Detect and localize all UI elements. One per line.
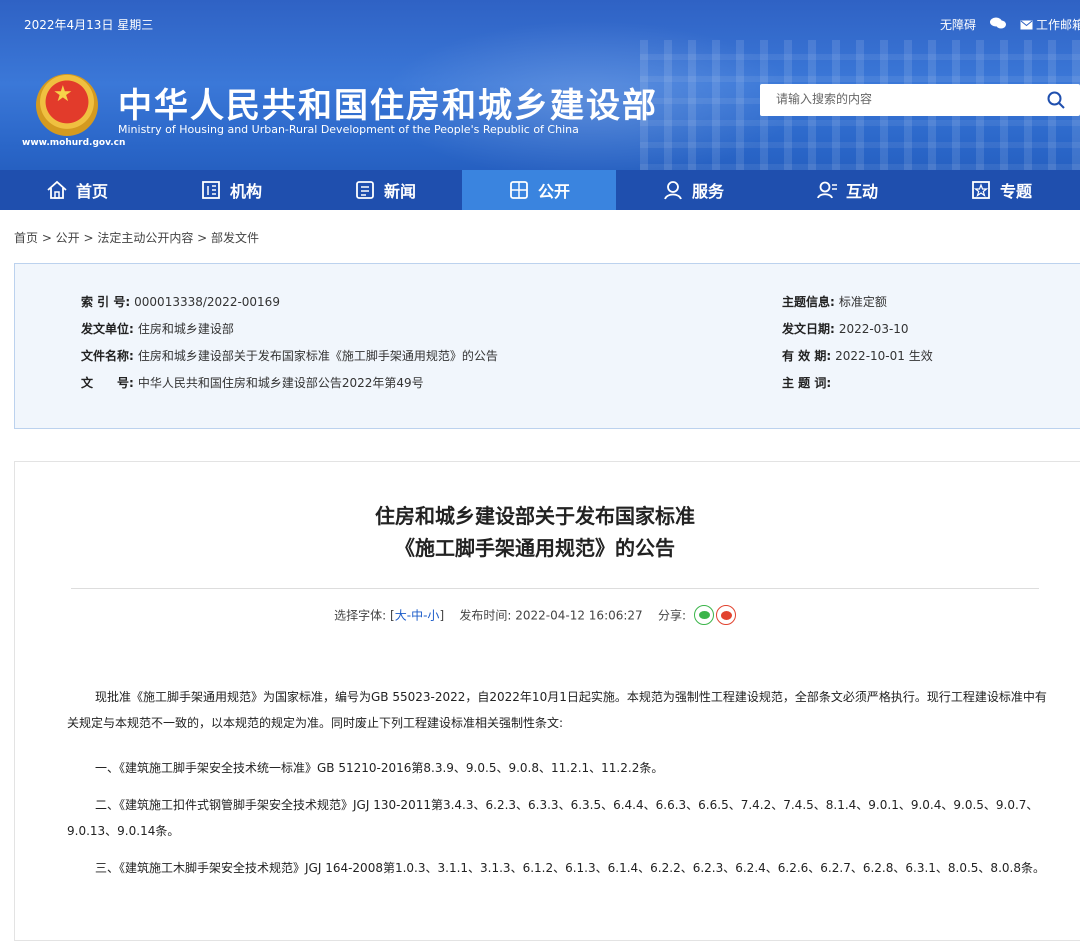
site-header: 2022年4月13日 星期三 无障碍 工作邮箱 www.mohurd.gov.c… <box>0 0 1080 210</box>
meta-filename-value: 住房和城乡建设部关于发布国家标准《施工脚手架通用规范》的公告 <box>137 349 498 363</box>
top-bar-links: 无障碍 工作邮箱 <box>940 16 1080 33</box>
meta-valid-value: 2022-10-01 生效 <box>835 349 933 363</box>
current-date: 2022年4月13日 星期三 <box>24 18 154 32</box>
service-icon <box>664 181 682 200</box>
top-bar: 2022年4月13日 星期三 无障碍 工作邮箱 <box>0 0 1080 46</box>
meta-docno: 文 号: 中华人民共和国住房和城乡建设部公告2022年第49号 <box>81 374 424 391</box>
home-icon <box>47 180 67 199</box>
national-emblem-logo[interactable] <box>36 74 98 136</box>
main-nav: 首页 机构 新闻 公开 服务 互动 专题 <box>0 170 1080 210</box>
search-box <box>760 84 1080 116</box>
nav-item-label: 服务 <box>691 182 724 201</box>
meta-valid-label: 有 效 期: <box>782 349 832 363</box>
meta-date-label: 发文日期: <box>782 322 835 336</box>
news-icon <box>356 181 374 199</box>
org-icon <box>202 181 220 199</box>
meta-valid: 有 效 期: 2022-10-01 生效 <box>782 347 933 364</box>
article-paragraph: 三、《建筑施工木脚手架安全技术规范》JGJ 164-2008第1.0.3、3.1… <box>95 861 1045 875</box>
article-title-line1: 住房和城乡建设部关于发布国家标准 <box>375 504 695 528</box>
nav-item-news[interactable]: 新闻 <box>308 170 462 210</box>
share-label: 分享: <box>657 608 687 623</box>
meta-index-label: 索 引 号: <box>81 295 131 309</box>
nav-item-home[interactable]: 首页 <box>0 170 154 210</box>
nav-item-label: 首页 <box>75 182 108 201</box>
search-icon[interactable] <box>1046 90 1066 110</box>
wechat-icon[interactable] <box>989 17 1006 32</box>
nav-item-label: 公开 <box>537 182 570 201</box>
article-title: 住房和城乡建设部关于发布国家标准 《施工脚手架通用规范》的公告 <box>15 500 1055 564</box>
mail-icon <box>1020 20 1033 29</box>
font-size-medium-link[interactable]: 中 <box>411 609 423 623</box>
nav-item-interact[interactable]: 互动 <box>770 170 924 210</box>
nav-item-label: 专题 <box>999 182 1032 201</box>
meta-keywords-label: 主 题 词: <box>782 376 832 390</box>
mail-label: 工作邮箱 <box>1035 18 1080 32</box>
meta-subject-label: 主题信息: <box>782 295 835 309</box>
public-icon <box>510 181 528 199</box>
interact-icon <box>817 181 837 199</box>
weibo-share-icon[interactable] <box>715 605 736 625</box>
nav-item-public[interactable]: 公开 <box>462 170 616 210</box>
document-meta-panel: 索 引 号: 000013338/2022-00169 发文单位: 住房和城乡建设部… <box>14 263 1080 429</box>
nav-item-topic[interactable]: 专题 <box>924 170 1078 210</box>
breadcrumb[interactable]: 首页 > 公开 > 法定主动公开内容 > 部发文件 <box>14 229 259 246</box>
meta-issuer: 发文单位: 住房和城乡建设部 <box>81 320 234 337</box>
wechat-share-icon[interactable] <box>693 605 714 625</box>
search-input[interactable] <box>776 92 1026 106</box>
meta-date: 发文日期: 2022-03-10 <box>782 320 909 337</box>
meta-subject: 主题信息: 标准定额 <box>782 293 887 310</box>
meta-index: 索 引 号: 000013338/2022-00169 <box>81 293 280 310</box>
meta-issuer-value: 住房和城乡建设部 <box>137 322 234 336</box>
meta-date-value: 2022-03-10 <box>838 322 909 336</box>
meta-filename: 文件名称: 住房和城乡建设部关于发布国家标准《施工脚手架通用规范》的公告 <box>81 347 498 364</box>
font-size-end: ] <box>439 608 445 623</box>
article-info-bar: 选择字体: [大-中-小] 发布时间: 2022-04-12 16:06:27 … <box>15 605 1055 626</box>
title-divider <box>71 588 1039 589</box>
publish-time: 发布时间: 2022-04-12 16:06:27 <box>459 608 643 623</box>
site-url: www.mohurd.gov.cn <box>22 138 126 148</box>
meta-issuer-label: 发文单位: <box>81 322 134 336</box>
nav-item-label: 新闻 <box>383 182 416 201</box>
nav-item-label: 机构 <box>229 182 262 201</box>
article-paragraph: 二、《建筑施工扣件式钢管脚手架安全技术规范》JGJ 130-2011第3.4.3… <box>67 798 1039 838</box>
nav-item-service[interactable]: 服务 <box>616 170 770 210</box>
topic-icon <box>972 181 990 199</box>
accessibility-link[interactable]: 无障碍 <box>940 16 976 33</box>
meta-keywords: 主 题 词: <box>782 374 835 391</box>
mail-link[interactable]: 工作邮箱 <box>1020 16 1080 33</box>
font-size-label: 选择字体: [ <box>334 608 395 623</box>
article-title-line2: 《施工脚手架通用规范》的公告 <box>395 536 675 560</box>
font-size-large-link[interactable]: 大 <box>395 609 407 623</box>
article-paragraph: 一、《建筑施工脚手架安全技术统一标准》GB 51210-2016第8.3.9、9… <box>95 761 664 775</box>
nav-item-org[interactable]: 机构 <box>154 170 308 210</box>
nav-item-label: 互动 <box>845 182 878 201</box>
meta-docno-value: 中华人民共和国住房和城乡建设部公告2022年第49号 <box>137 376 424 390</box>
meta-index-value: 000013338/2022-00169 <box>134 295 280 309</box>
article-panel: 住房和城乡建设部关于发布国家标准 《施工脚手架通用规范》的公告 选择字体: [大… <box>14 461 1080 941</box>
font-size-small-link[interactable]: 小 <box>427 609 439 623</box>
site-title[interactable]: 中华人民共和国住房和城乡建设部 <box>118 78 658 127</box>
meta-filename-label: 文件名称: <box>81 349 134 363</box>
meta-docno-label: 文 号: <box>81 376 134 390</box>
site-subtitle: Ministry of Housing and Urban-Rural Deve… <box>118 123 579 136</box>
meta-subject-value: 标准定额 <box>838 295 887 309</box>
article-paragraph: 现批准《施工脚手架通用规范》为国家标准，编号为GB 55023-2022，自20… <box>67 690 1047 730</box>
